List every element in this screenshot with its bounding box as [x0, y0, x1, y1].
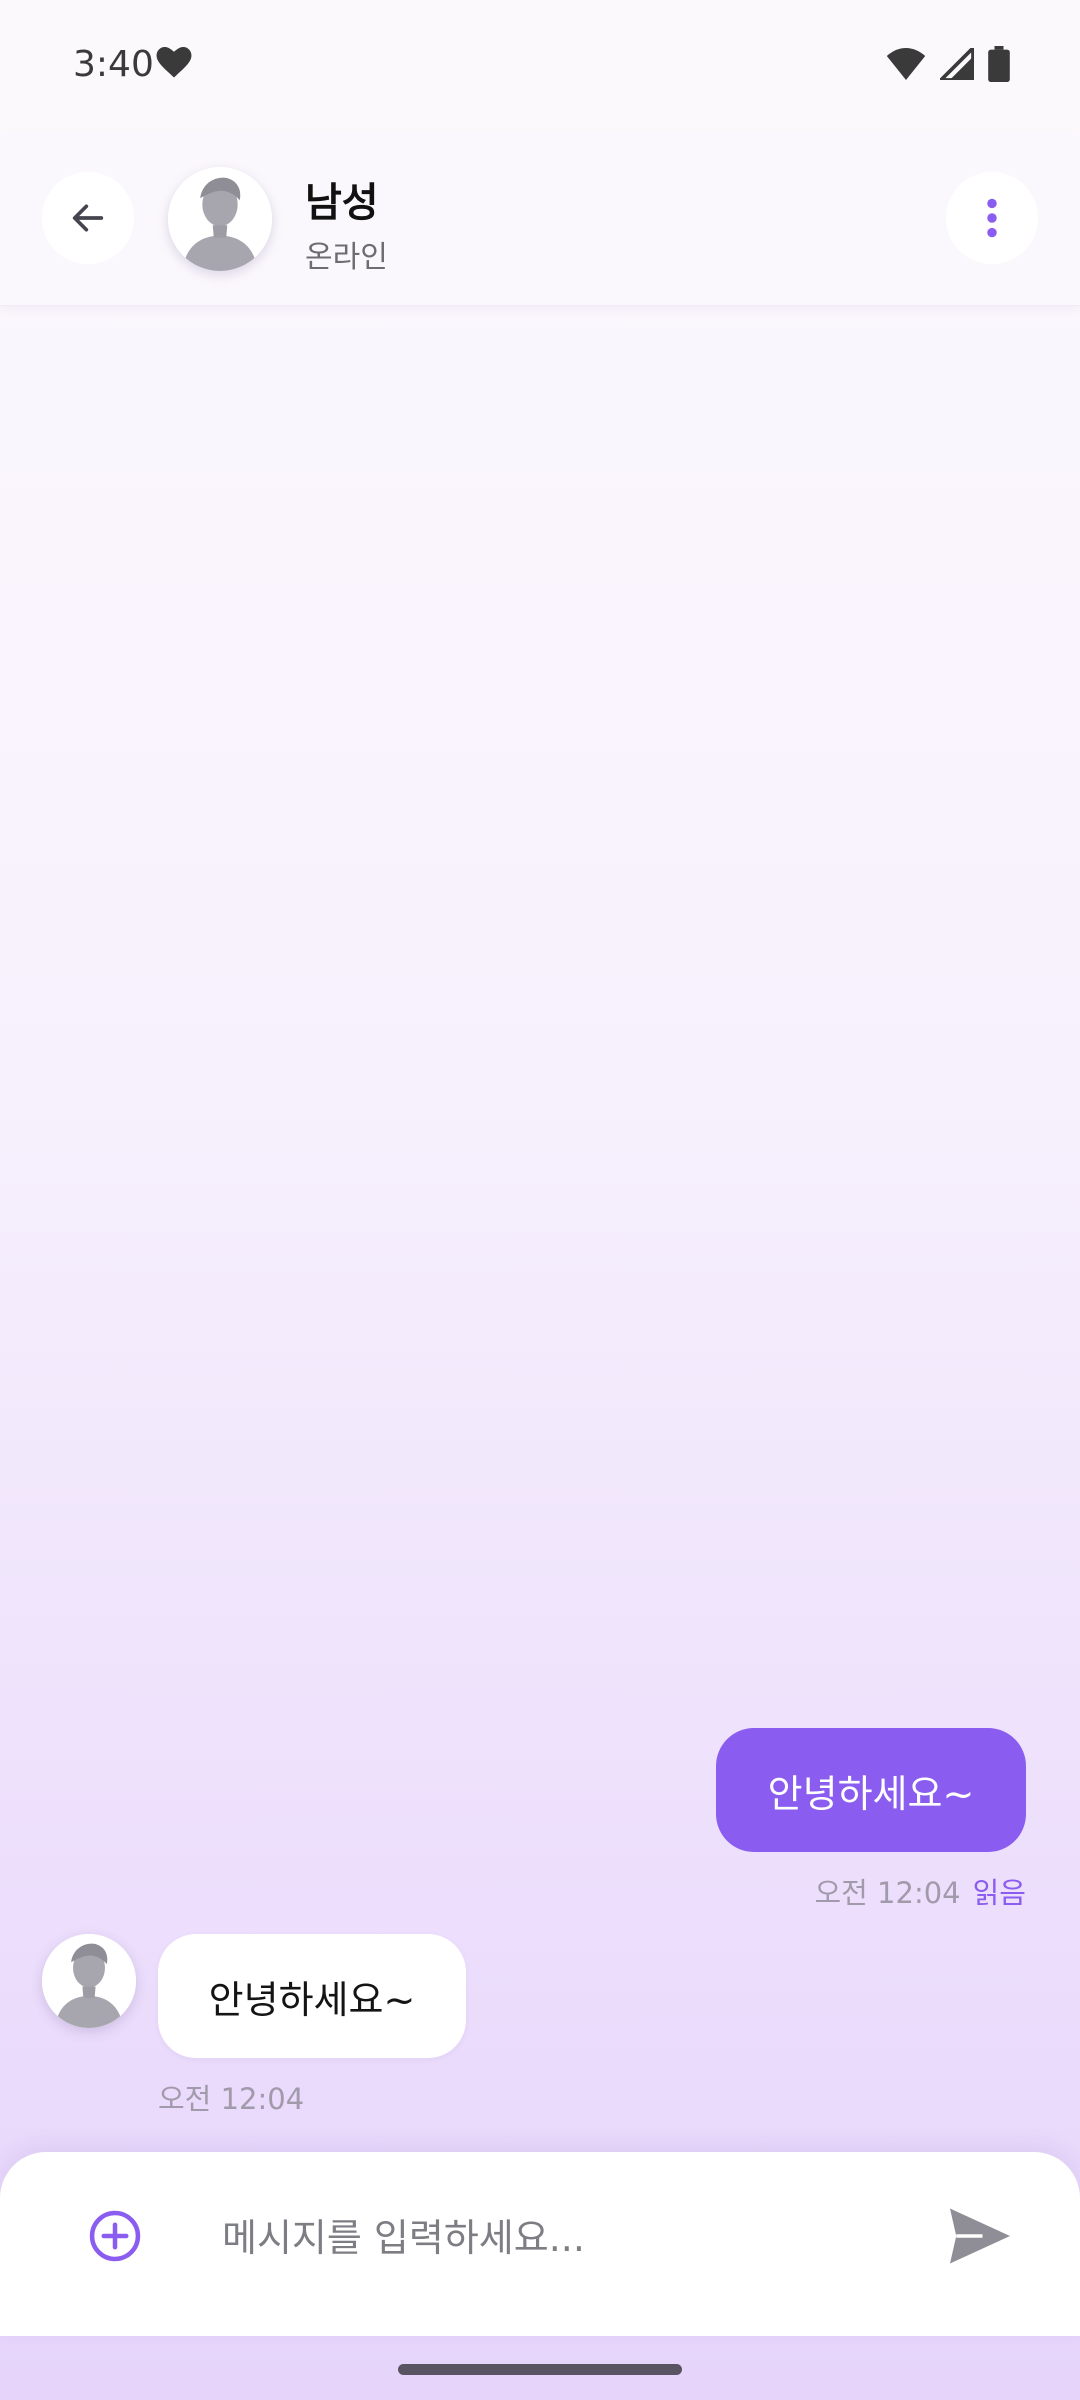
home-indicator[interactable] — [398, 2364, 682, 2375]
signal-icon — [940, 48, 974, 80]
read-receipt: 읽음 — [972, 1876, 1026, 1910]
more-vertical-icon — [987, 198, 997, 238]
back-button[interactable] — [42, 172, 134, 264]
incoming-message-bubble[interactable]: 안녕하세요~ — [158, 1934, 466, 2058]
battery-icon — [988, 46, 1010, 82]
message-input[interactable] — [222, 2196, 862, 2280]
plus-circle-icon[interactable] — [88, 2209, 142, 2263]
arrow-left-icon — [72, 204, 104, 232]
person-avatar-icon — [168, 167, 272, 271]
status-bar: 3:40 — [0, 0, 1080, 132]
contact-status: 온라인 — [305, 240, 388, 275]
message-text: 안녕하세요~ — [208, 1977, 416, 2022]
message-time: 오전 12:04 — [158, 2082, 305, 2116]
send-icon[interactable] — [950, 2208, 1010, 2264]
message-text: 안녕하세요~ — [767, 1771, 975, 1816]
wifi-icon — [886, 48, 926, 80]
status-icons — [886, 46, 1010, 82]
contact-name: 남성 — [305, 180, 379, 226]
message-time: 오전 12:04 — [814, 1876, 961, 1910]
contact-avatar[interactable] — [168, 167, 272, 271]
sender-avatar[interactable] — [42, 1934, 136, 2028]
heart-icon — [156, 47, 192, 78]
chat-header: 남성 온라인 — [0, 132, 1080, 306]
outgoing-message-bubble[interactable]: 안녕하세요~ — [716, 1728, 1026, 1852]
more-options-button[interactable] — [946, 172, 1038, 264]
outgoing-message-meta: 오전 12:04 읽음 — [814, 1870, 1026, 1912]
person-avatar-icon — [42, 1934, 136, 2028]
message-composer — [0, 2152, 1080, 2336]
status-time: 3:40 — [73, 44, 154, 85]
